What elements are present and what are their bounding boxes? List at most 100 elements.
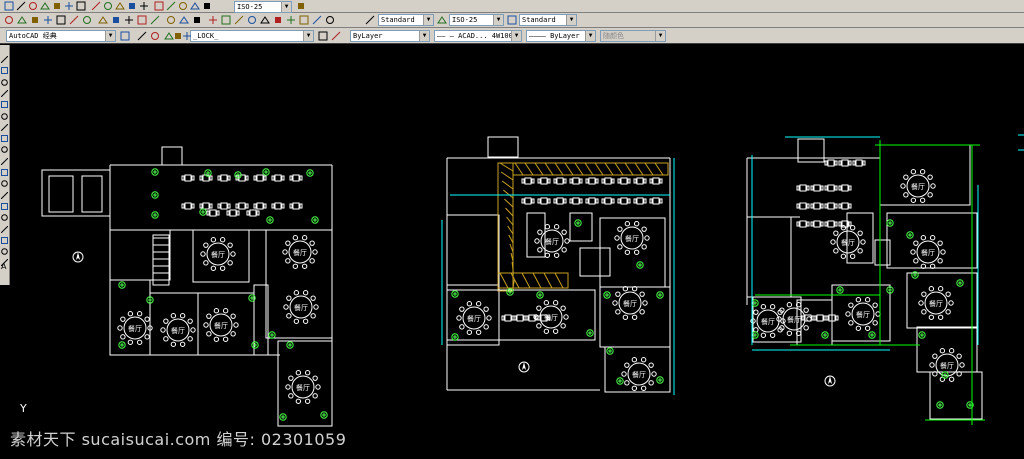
open-icon[interactable] (30, 15, 40, 25)
chevron-down-icon[interactable]: ▼ (566, 15, 576, 25)
table-style-combo[interactable]: Standard ▼ (519, 14, 577, 26)
make-current-icon[interactable] (331, 31, 341, 41)
paste-icon[interactable] (124, 15, 134, 25)
zoom-realtime-icon[interactable] (208, 15, 218, 25)
drawing-canvas[interactable]: 餐厅 餐厅餐厅餐厅 餐厅餐厅餐厅餐厅 餐厅餐厅 餐厅餐厅餐厅餐厅餐厅餐厅餐厅餐厅餐厅餐厅… (10, 45, 1024, 459)
undo-icon[interactable] (166, 15, 176, 25)
ellipse-icon[interactable] (0, 150, 9, 166)
chair (200, 251, 206, 257)
preview-icon[interactable] (69, 15, 79, 25)
chevron-down-icon[interactable]: ▼ (423, 15, 433, 25)
jogged-icon[interactable] (64, 1, 74, 11)
arc-length-icon[interactable] (28, 1, 38, 11)
text-style-icon[interactable] (365, 15, 375, 25)
table-style-icon[interactable] (507, 15, 517, 25)
chevron-down-icon[interactable]: ▼ (281, 2, 291, 12)
chair (648, 362, 654, 368)
dim-style-icon[interactable] (296, 1, 306, 11)
tolerance-icon[interactable] (154, 1, 164, 11)
spline-icon[interactable] (1, 138, 8, 154)
tool-palette-icon[interactable] (273, 15, 283, 25)
new-icon[interactable] (4, 15, 14, 25)
chevron-down-icon[interactable]: ▼ (419, 31, 429, 41)
print-icon[interactable] (56, 15, 66, 25)
polygon-icon[interactable] (0, 82, 9, 98)
revcloud-icon[interactable] (1, 127, 8, 143)
ellipse-arc-icon[interactable] (1, 161, 8, 176)
construction-line-icon[interactable] (1, 59, 8, 75)
calculator-icon[interactable] (312, 15, 322, 25)
layer-combo[interactable]: _LOCK_ ▼ (190, 30, 314, 42)
chair (825, 315, 829, 321)
text-icon[interactable]: A (1, 263, 8, 271)
color-swatch-icon[interactable] (318, 31, 328, 41)
match-prop-icon[interactable] (137, 15, 147, 25)
lineweight-combo[interactable]: ———— ByLayer ▼ (526, 30, 596, 42)
hatch-icon[interactable] (1, 206, 8, 221)
dim-text-edit-icon[interactable] (190, 1, 200, 11)
design-center-icon[interactable] (260, 15, 270, 25)
qnew-icon[interactable] (17, 15, 27, 25)
dimstyle-combo[interactable]: ISO-25 ▼ (234, 1, 292, 13)
diameter-icon[interactable] (76, 1, 86, 11)
zoom-window-icon[interactable] (221, 15, 231, 25)
make-block-icon[interactable] (0, 184, 9, 199)
circle-icon[interactable] (0, 116, 9, 132)
markup-icon[interactable] (299, 15, 309, 25)
insert-block-icon[interactable] (1, 172, 8, 188)
color-combo[interactable]: ByLayer ▼ (350, 30, 430, 42)
gradient-icon[interactable] (0, 218, 9, 233)
copy-icon[interactable] (111, 15, 121, 25)
continue-icon[interactable] (127, 1, 137, 11)
angular-icon[interactable] (91, 1, 101, 11)
workspace-combo[interactable]: AutoCAD 经典 ▼ (6, 30, 116, 42)
dim-style-icon[interactable] (437, 15, 447, 25)
chevron-down-icon[interactable]: ▼ (105, 31, 115, 41)
redo-icon[interactable] (179, 15, 189, 25)
ordinate-icon[interactable] (40, 1, 50, 11)
help-icon[interactable] (325, 15, 335, 25)
linetype-combo[interactable]: —— — ACAD... 4W100 ▼ (434, 30, 522, 42)
chevron-down-icon[interactable]: ▼ (493, 15, 503, 25)
dim-style-combo[interactable]: ISO-25 ▼ (449, 14, 504, 26)
block-editor-icon[interactable] (150, 15, 160, 25)
center-mark-icon[interactable] (166, 1, 176, 11)
workspace-settings-icon[interactable] (120, 31, 130, 41)
text-style-combo[interactable]: Standard ▼ (378, 14, 434, 26)
square-table (620, 177, 628, 185)
dim-edit-icon[interactable] (178, 1, 188, 11)
mtext-icon[interactable] (0, 251, 9, 267)
dim-update-icon[interactable] (202, 1, 212, 11)
baseline-icon[interactable] (115, 1, 125, 11)
qleader-icon[interactable] (139, 1, 149, 11)
radius-icon[interactable] (52, 1, 62, 11)
properties-icon[interactable] (247, 15, 257, 25)
chair (236, 210, 240, 216)
sheet-set-icon[interactable] (286, 15, 296, 25)
chevron-down-icon[interactable]: ▼ (303, 31, 313, 41)
wall (446, 214, 500, 286)
region-icon[interactable] (1, 229, 8, 244)
table-icon[interactable] (1, 240, 8, 255)
cut-icon[interactable] (98, 15, 108, 25)
point-icon[interactable] (1, 195, 8, 210)
chevron-down-icon[interactable]: ▼ (585, 31, 595, 41)
quick-dim-icon[interactable] (103, 1, 113, 11)
polyline-icon[interactable] (1, 71, 8, 86)
zoom-previous-icon[interactable] (234, 15, 244, 25)
chair (281, 203, 285, 209)
linear-dim-icon[interactable] (4, 1, 14, 11)
chevron-down-icon[interactable]: ▼ (511, 31, 521, 41)
plant (658, 293, 662, 297)
lock-icon[interactable] (182, 31, 192, 41)
pan-icon[interactable] (192, 15, 202, 25)
aligned-dim-icon[interactable] (16, 1, 26, 11)
rectangle-icon[interactable] (1, 93, 8, 109)
arc-icon[interactable] (1, 105, 8, 120)
publish-icon[interactable] (82, 15, 92, 25)
save-icon[interactable] (43, 15, 53, 25)
line-icon[interactable] (0, 48, 9, 64)
chair (271, 203, 275, 209)
layer-previous-icon[interactable] (150, 31, 160, 41)
layer-manager-icon[interactable] (137, 31, 147, 41)
